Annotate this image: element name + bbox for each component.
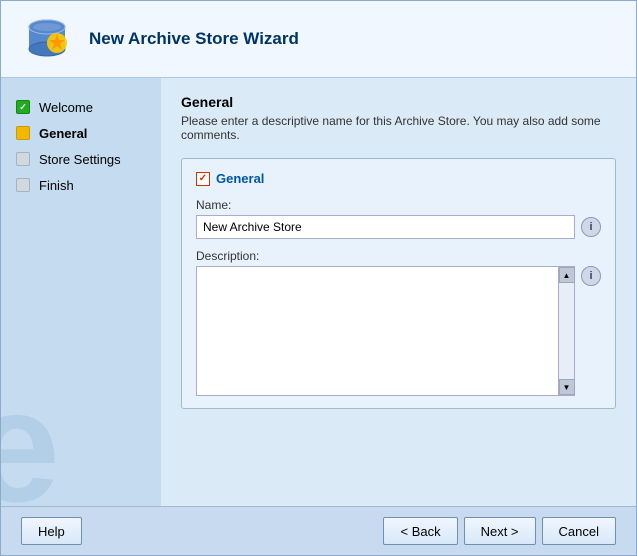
description-row: ▲ ▼ i [196,266,601,396]
help-button[interactable]: Help [21,517,82,545]
scrollbar-up-button[interactable]: ▲ [559,267,575,283]
description-scrollbar[interactable]: ▲ ▼ [558,267,574,395]
form-panel: General Name: i Description: ▲ [181,158,616,409]
form-panel-header: General [196,171,601,186]
sidebar-label-finish: Finish [39,178,74,193]
wizard-footer: Help < Back Next > Cancel [1,506,636,555]
description-input[interactable] [197,267,558,395]
sidebar-item-welcome[interactable]: Welcome [1,94,161,120]
finish-status-icon [15,177,31,193]
wizard-title: New Archive Store Wizard [89,29,299,49]
wizard-sidebar: e Welcome General Store Settings [1,78,161,506]
section-title: General [181,94,616,110]
main-content: General Please enter a descriptive name … [161,78,636,506]
wizard-window: New Archive Store Wizard e Welcome Gener… [0,0,637,556]
sidebar-watermark: e [1,366,60,506]
section-desc: Please enter a descriptive name for this… [181,114,616,142]
name-field-row: i [196,215,601,239]
scrollbar-track [559,283,574,379]
scrollbar-down-button[interactable]: ▼ [559,379,575,395]
check-icon [16,100,30,114]
sidebar-label-store-settings: Store Settings [39,152,121,167]
form-panel-label: General [216,171,264,186]
sidebar-label-welcome: Welcome [39,100,93,115]
cancel-button[interactable]: Cancel [542,517,616,545]
sidebar-item-store-settings[interactable]: Store Settings [1,146,161,172]
name-input[interactable] [196,215,575,239]
description-label: Description: [196,249,601,263]
name-info-button[interactable]: i [581,217,601,237]
store-settings-status-icon [15,151,31,167]
sidebar-label-general: General [39,126,87,141]
description-info-button[interactable]: i [581,266,601,286]
current-icon [16,126,30,140]
welcome-status-icon [15,99,31,115]
wizard-body: e Welcome General Store Settings [1,78,636,506]
pending-icon [16,152,30,166]
pending-icon-2 [16,178,30,192]
general-status-icon [15,125,31,141]
general-checkbox-icon[interactable] [196,172,210,186]
wizard-main: General Please enter a descriptive name … [161,78,636,506]
footer-right: < Back Next > Cancel [383,517,616,545]
next-button[interactable]: Next > [464,517,536,545]
back-button[interactable]: < Back [383,517,457,545]
name-label: Name: [196,198,601,212]
sidebar-item-finish[interactable]: Finish [1,172,161,198]
wizard-icon [21,13,73,65]
sidebar-item-general[interactable]: General [1,120,161,146]
description-textarea-wrap: ▲ ▼ [196,266,575,396]
wizard-header: New Archive Store Wizard [1,1,636,78]
